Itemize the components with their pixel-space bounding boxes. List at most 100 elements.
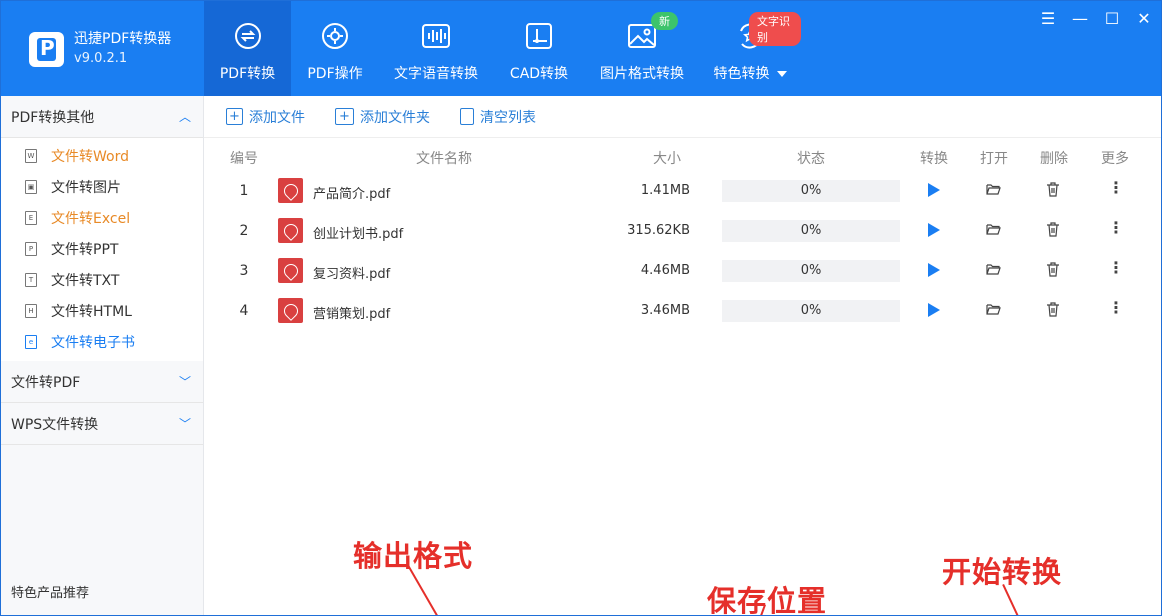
menu-icon[interactable]: ☰	[1039, 9, 1057, 28]
nav-special-convert[interactable]: 文字识别 特色转换	[699, 1, 801, 96]
folder-open-icon[interactable]	[986, 263, 1001, 275]
nav-cad-convert[interactable]: CAD转换	[493, 1, 585, 96]
trash-icon[interactable]	[1046, 302, 1060, 317]
progress-text: 0%	[800, 303, 822, 318]
featured-products-link[interactable]: 特色产品推荐	[11, 582, 89, 601]
sidebar-item-to-ppt[interactable]: P 文件转PPT	[1, 233, 203, 264]
add-folder-button[interactable]: + 添加文件夹	[335, 107, 430, 127]
col-convert: 转换	[920, 151, 948, 167]
file-toolbar: + 添加文件 + 添加文件夹 清空列表	[204, 96, 1161, 138]
convert-icon	[233, 21, 263, 51]
sidebar-item-to-word[interactable]: W 文件转Word	[1, 140, 203, 171]
add-folder-label: 添加文件夹	[360, 109, 430, 126]
nav-pdf-convert[interactable]: PDF转换	[204, 1, 291, 96]
sidebar-item-to-image[interactable]: ▣ 文件转图片	[1, 171, 203, 202]
row-file-size: 315.62KB	[627, 223, 690, 238]
sidebar-item-to-ebook[interactable]: e 文件转电子书	[1, 326, 203, 357]
pdf-file-icon	[278, 218, 303, 243]
folder-open-icon[interactable]	[986, 183, 1001, 195]
sidebar-item-to-excel[interactable]: E 文件转Excel	[1, 202, 203, 233]
nav-pdf-operate[interactable]: PDF操作	[291, 1, 379, 96]
app-name: 迅捷PDF转换器	[74, 31, 172, 47]
play-icon[interactable]	[928, 263, 940, 277]
minimize-icon[interactable]: —	[1071, 9, 1089, 28]
table-header: 编号 文件名称 大小 状态 转换 打开 删除 更多	[204, 148, 1161, 168]
row-number: 1	[239, 183, 249, 199]
clear-list-button[interactable]: 清空列表	[460, 107, 536, 127]
col-delete: 删除	[1040, 151, 1068, 167]
row-file-size: 3.46MB	[640, 303, 690, 318]
add-file-button[interactable]: + 添加文件	[226, 107, 305, 127]
excel-file-icon: E	[25, 210, 37, 225]
top-header: 迅捷PDF转换器 v9.0.2.1 PDF转换 PDF操作	[1, 1, 1161, 96]
more-icon[interactable]: ⋮	[1108, 300, 1124, 316]
progress-text: 0%	[800, 223, 822, 238]
folder-open-icon[interactable]	[986, 223, 1001, 235]
sidebar-item-label: 文件转HTML	[51, 303, 132, 320]
trash-icon[interactable]	[1046, 222, 1060, 237]
sidebar-group-file-to-pdf[interactable]: 文件转PDF ﹀	[1, 361, 203, 403]
close-icon[interactable]: ✕	[1135, 9, 1153, 28]
cad-icon	[524, 21, 554, 51]
sidebar-item-label: 文件转Excel	[51, 210, 131, 227]
row-file-name: 创业计划书.pdf	[313, 227, 404, 242]
col-open: 打开	[980, 151, 1008, 167]
progress-text: 0%	[800, 183, 822, 198]
trash-icon[interactable]	[1046, 182, 1060, 197]
nav-label: PDF转换	[219, 66, 276, 82]
table-row[interactable]: 1 产品简介.pdf 1.41MB 0% ⋮	[204, 172, 1161, 212]
nav-label: 文字语音转换	[394, 66, 478, 82]
app-version: v9.0.2.1	[74, 51, 128, 66]
sidebar-group-wps[interactable]: WPS文件转换 ﹀	[1, 403, 203, 445]
col-name: 文件名称	[416, 151, 472, 167]
nav-label: 特色转换	[713, 66, 770, 82]
sidebar-item-label: 文件转电子书	[51, 334, 135, 351]
sidebar-group-pdf-other[interactable]: PDF转换其他 ︿	[1, 96, 203, 138]
folder-open-icon[interactable]	[986, 303, 1001, 315]
chevron-up-icon: ︿	[178, 110, 191, 124]
col-size: 大小	[653, 151, 681, 167]
ebook-file-icon: e	[25, 334, 37, 349]
play-icon[interactable]	[928, 223, 940, 237]
html-file-icon: H	[25, 303, 37, 318]
sidebar-item-to-html[interactable]: H 文件转HTML	[1, 295, 203, 326]
ppt-file-icon: P	[25, 241, 37, 256]
waveform-icon	[421, 21, 451, 51]
col-status: 状态	[797, 151, 825, 167]
chevron-down-icon: ﹀	[178, 417, 191, 431]
trash-icon[interactable]	[1046, 262, 1060, 277]
maximize-icon[interactable]: ☐	[1103, 9, 1121, 28]
group-label: 文件转PDF	[11, 374, 81, 391]
table-row[interactable]: 2 创业计划书.pdf 315.62KB 0% ⋮	[204, 212, 1161, 252]
row-file-name: 复习资料.pdf	[313, 267, 391, 282]
settings-cog-icon	[320, 21, 350, 51]
add-file-icon: +	[226, 108, 243, 125]
more-icon[interactable]: ⋮	[1108, 180, 1124, 196]
brand: 迅捷PDF转换器 v9.0.2.1	[29, 29, 171, 69]
row-file-size: 4.46MB	[640, 263, 690, 278]
table-row[interactable]: 3 复习资料.pdf 4.46MB 0% ⋮	[204, 252, 1161, 292]
play-icon[interactable]	[928, 303, 940, 317]
play-icon[interactable]	[928, 183, 940, 197]
nav-image-convert[interactable]: 新 图片格式转换	[585, 1, 699, 96]
new-badge: 新	[651, 12, 678, 30]
sidebar-item-label: 文件转Word	[51, 148, 129, 165]
more-icon[interactable]: ⋮	[1108, 220, 1124, 236]
nav-text-speech[interactable]: 文字语音转换	[379, 1, 493, 96]
sidebar-item-to-txt[interactable]: T 文件转TXT	[1, 264, 203, 295]
caret-down-icon[interactable]	[776, 71, 787, 77]
sidebar-item-label: 文件转TXT	[51, 272, 120, 289]
progress-bar: 0%	[722, 180, 900, 202]
progress-bar: 0%	[722, 260, 900, 282]
row-number: 3	[239, 263, 249, 279]
progress-bar: 0%	[722, 300, 900, 322]
chevron-down-icon: ﹀	[178, 375, 191, 389]
progress-bar: 0%	[722, 220, 900, 242]
add-folder-icon: +	[335, 108, 354, 125]
table-row[interactable]: 4 营销策划.pdf 3.46MB 0% ⋮	[204, 292, 1161, 332]
window-controls: ☰ — ☐ ✕	[1039, 9, 1153, 28]
nav-label-wrap: 特色转换	[714, 63, 787, 83]
more-icon[interactable]: ⋮	[1108, 260, 1124, 276]
row-number: 4	[239, 303, 249, 319]
ocr-badge: 文字识别	[749, 12, 801, 46]
